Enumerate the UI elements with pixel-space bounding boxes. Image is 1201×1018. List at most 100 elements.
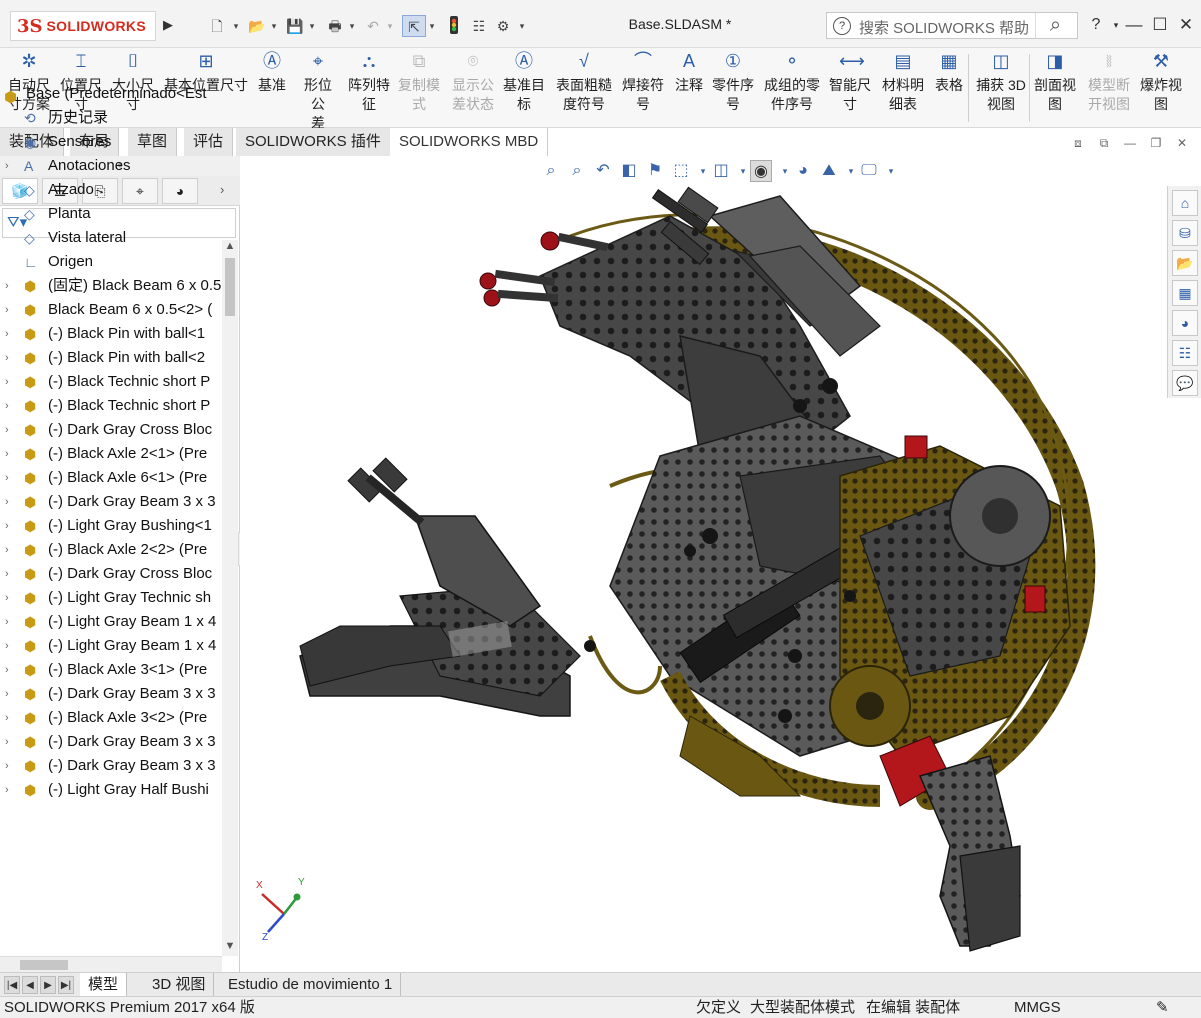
cmd-copy-scheme-button[interactable]: ⧉ 复制模式 [396, 52, 442, 124]
tree-item[interactable]: ◇ Planta [0, 202, 222, 226]
tree-item[interactable]: ∟ Origen [0, 250, 222, 274]
select-icon[interactable]: ⇱ [402, 15, 426, 37]
cmd-note-button[interactable]: A 注释 [672, 52, 706, 124]
cmd-section-view-button[interactable]: ◨ 剖面视图 [1032, 52, 1078, 124]
view-settings-dropdown-icon[interactable]: ▾ [880, 160, 902, 182]
expand-arrow-icon[interactable]: › [5, 442, 17, 466]
tree-item[interactable]: › ⬢ (-) Light Gray Beam 1 x 4 [0, 634, 222, 658]
expand-arrow-icon[interactable]: › [5, 586, 17, 610]
file-explorer-icon[interactable]: 📂 [1172, 250, 1198, 276]
expand-arrow-icon[interactable]: › [5, 466, 17, 490]
tree-scrollbar[interactable]: ▲ ▼ [222, 240, 238, 956]
new-dropdown-icon[interactable]: ▾ [230, 15, 242, 37]
file-properties-icon[interactable]: ☷ [468, 15, 490, 37]
scrollbar-thumb[interactable] [225, 258, 235, 316]
view-settings-icon[interactable]: 🖵 [858, 160, 880, 182]
status-units[interactable]: MMGS [1014, 997, 1061, 1018]
bottom-tab-2[interactable]: Estudio de movimiento 1 [220, 973, 402, 997]
menu-expand-icon[interactable]: ▶ [160, 15, 176, 35]
doc-restore-icon[interactable]: ❐ [1146, 136, 1166, 152]
expand-arrow-icon[interactable]: › [5, 274, 17, 298]
open-icon[interactable]: 📂 [246, 15, 268, 37]
zoom-to-area-icon[interactable]: ⌕ [566, 160, 588, 182]
tab-5[interactable]: SOLIDWORKS MBD [390, 128, 549, 156]
tree-item[interactable]: › ⬢ (-) Dark Gray Beam 3 x 3 [0, 730, 222, 754]
view-palette-icon[interactable]: ▦ [1172, 280, 1198, 306]
expand-arrow-icon[interactable]: › [5, 778, 17, 802]
tree-item[interactable]: ◉ Sensores [0, 130, 222, 154]
expand-arrow-icon[interactable]: › [5, 370, 17, 394]
save-dropdown-icon[interactable]: ▾ [306, 15, 318, 37]
previous-view-icon[interactable]: ↶ [592, 160, 614, 182]
search-icon[interactable]: ⌕ [1035, 13, 1075, 38]
scroll-down-icon[interactable]: ▼ [222, 940, 238, 956]
tab-4[interactable]: SOLIDWORKS 插件 [236, 128, 391, 156]
expand-arrow-icon[interactable]: › [5, 418, 17, 442]
cmd-capture-3d-view-button[interactable]: ◫ 捕获 3D 视图 [974, 52, 1028, 124]
cmd-model-break-view-button[interactable]: ⧚ 模型断 开视图 [1084, 52, 1134, 124]
cmd-balloon-button[interactable]: ① 零件序号 [710, 52, 756, 124]
expand-arrow-icon[interactable]: › [5, 562, 17, 586]
cmd-exploded-view-button[interactable]: ⚒ 爆炸视图 [1136, 52, 1186, 124]
expand-arrow-icon[interactable]: › [5, 658, 17, 682]
tree-item[interactable]: › ⬢ (-) Black Pin with ball<1 [0, 322, 222, 346]
tree-item[interactable]: › ⬢ (固定) Black Beam 6 x 0.5 [0, 274, 222, 298]
tree-item[interactable]: ⟲ 历史记录 [0, 106, 222, 130]
cmd-table-button[interactable]: ▦ 表格 [932, 52, 966, 124]
close-button[interactable]: ✕ [1174, 12, 1198, 38]
select-dropdown-icon[interactable]: ▾ [426, 15, 438, 37]
maximize-button[interactable]: ☐ [1148, 12, 1172, 38]
doc-minimize-icon[interactable]: — [1120, 136, 1140, 152]
expand-arrow-icon[interactable]: › [5, 394, 17, 418]
help-search-input[interactable]: ? 搜索 SOLIDWORKS 帮助 ⌕ [826, 12, 1078, 39]
graphics-area[interactable]: X Y Z [240, 156, 1201, 972]
scroll-up-icon[interactable]: ▲ [222, 240, 238, 256]
section-view-icon[interactable]: ◧ [618, 160, 640, 182]
prev-tab-icon[interactable]: ◀ [22, 976, 38, 994]
expand-arrow-icon[interactable]: › [5, 514, 17, 538]
new-icon[interactable]: 🗋 [206, 15, 228, 37]
print-icon[interactable]: 🖶 [324, 15, 346, 37]
expand-arrow-icon[interactable]: › [5, 322, 17, 346]
cmd-pattern-feature-button[interactable]: ⛬ 阵列特征 [346, 52, 392, 124]
tree-item[interactable]: › A Anotaciones [0, 154, 222, 178]
cmd-weld-symbol-button[interactable]: ⌒ 焊接符号 [620, 52, 666, 124]
cmd-stacked-balloon-button[interactable]: ⚬ 成组的零 件序号 [762, 52, 822, 124]
expand-arrow-icon[interactable]: › [5, 682, 17, 706]
apply-scene-icon[interactable]: ⛰ [818, 160, 840, 182]
design-library-icon[interactable]: ⛁ [1172, 220, 1198, 246]
custom-properties-icon[interactable]: ☷ [1172, 340, 1198, 366]
expand-arrow-icon[interactable]: › [5, 730, 17, 754]
tree-item[interactable]: › ⬢ (-) Black Axle 2<2> (Pre [0, 538, 222, 562]
rebuild-icon[interactable] [444, 15, 464, 37]
assembly-model[interactable] [240, 156, 1201, 972]
expand-arrow-icon[interactable]: › [5, 538, 17, 562]
solidworks-logo[interactable]: 3S SOLIDWORKS [10, 11, 156, 41]
view-orientation-icon[interactable]: ⬚ [670, 160, 692, 182]
expand-arrow-icon[interactable]: › [5, 490, 17, 514]
viewport-tile-icon[interactable]: ⧉ [1094, 136, 1114, 152]
expand-arrow-icon[interactable]: › [5, 154, 17, 178]
cmd-datum-target-button[interactable]: Ⓐ 基准目标 [502, 52, 546, 124]
cmd-datum-button[interactable]: Ⓐ 基准 [256, 52, 288, 124]
open-dropdown-icon[interactable]: ▾ [268, 15, 280, 37]
expand-arrow-icon[interactable]: › [5, 298, 17, 322]
cmd-surface-finish-button[interactable]: √ 表面粗糙 度符号 [554, 52, 614, 124]
hscroll-thumb[interactable] [20, 960, 68, 970]
tree-item[interactable]: › ⬢ (-) Dark Gray Beam 3 x 3 [0, 682, 222, 706]
tree-item[interactable]: › ⬢ Black Beam 6 x 0.5<2> ( [0, 298, 222, 322]
edit-appearance-icon[interactable]: ◕ [792, 160, 814, 182]
save-icon[interactable]: 💾 [284, 15, 306, 37]
tree-item[interactable]: › ⬢ (-) Light Gray Beam 1 x 4 [0, 610, 222, 634]
expand-arrow-icon[interactable]: › [5, 634, 17, 658]
cmd-show-tolerance-status-button[interactable]: ⌾ 显示公 差状态 [448, 52, 498, 124]
solidworks-resources-icon[interactable]: ⌂ [1172, 190, 1198, 216]
undo-icon[interactable]: ↶ [362, 15, 384, 37]
dynamic-annotation-icon[interactable]: ⚑ [644, 160, 666, 182]
tree-item[interactable]: ◇ Alzado [0, 178, 222, 202]
tree-item[interactable]: › ⬢ (-) Dark Gray Cross Bloc [0, 418, 222, 442]
doc-close-icon[interactable]: ✕ [1172, 136, 1192, 152]
tree-item[interactable]: › ⬢ (-) Dark Gray Beam 3 x 3 [0, 754, 222, 778]
tree-item[interactable]: › ⬢ (-) Light Gray Technic sh [0, 586, 222, 610]
tree-item[interactable]: › ⬢ (-) Light Gray Bushing<1 [0, 514, 222, 538]
